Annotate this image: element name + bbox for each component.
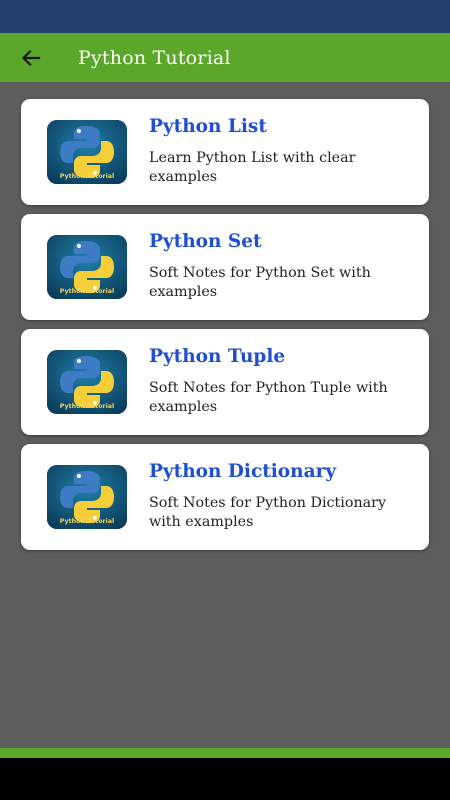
card-description: Soft Notes for Python Set with examples	[149, 265, 371, 300]
thumb-caption: Python Tutorial	[59, 173, 115, 180]
page-title: Python Tutorial	[78, 46, 231, 69]
card-description: Soft Notes for Python Dictionary with ex…	[149, 495, 387, 530]
python-logo-icon: Python Tutorial	[47, 350, 127, 414]
back-button[interactable]	[17, 44, 45, 72]
arrow-left-icon	[21, 49, 41, 66]
system-navigation-bar	[0, 758, 450, 800]
topic-card-python-list[interactable]: Python Tutorial Python List Learn Python…	[21, 99, 429, 205]
card-title: Python Dictionary	[149, 461, 337, 482]
thumb-caption: Python Tutorial	[59, 403, 115, 410]
topic-list: Python Tutorial Python List Learn Python…	[21, 99, 429, 559]
app-bar: Python Tutorial	[0, 33, 450, 82]
python-logo-icon: Python Tutorial	[47, 235, 127, 299]
card-title: Python List	[149, 116, 267, 137]
status-bar	[0, 0, 450, 33]
thumb-caption: Python Tutorial	[59, 518, 115, 525]
bottom-banner-strip	[0, 748, 450, 758]
card-title: Python Tuple	[149, 346, 286, 367]
topic-card-python-tuple[interactable]: Python Tutorial Python Tuple Soft Notes …	[21, 329, 429, 435]
thumb-caption: Python Tutorial	[59, 288, 115, 295]
card-description: Learn Python List with clear examples	[149, 150, 356, 185]
topic-card-python-dictionary[interactable]: Python Tutorial Python Dictionary Soft N…	[21, 444, 429, 550]
topic-card-python-set[interactable]: Python Tutorial Python Set Soft Notes fo…	[21, 214, 429, 320]
card-title: Python Set	[149, 231, 262, 252]
python-logo-icon: Python Tutorial	[47, 120, 127, 184]
card-description: Soft Notes for Python Tuple with example…	[149, 380, 388, 415]
python-logo-icon: Python Tutorial	[47, 465, 127, 529]
